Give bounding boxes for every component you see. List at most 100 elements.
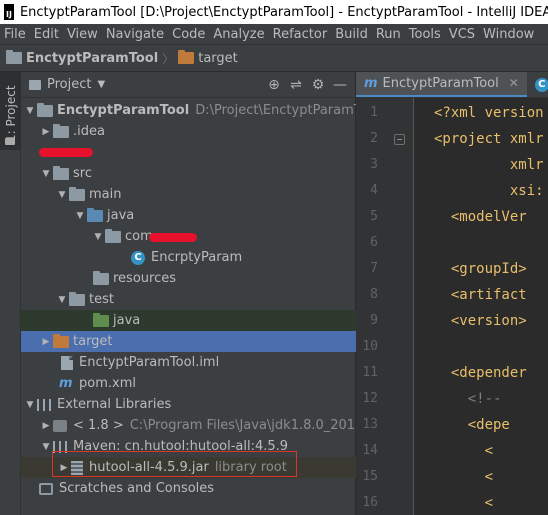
editor-gutter: 1 2 3 4 5 6 7 8 9 10 11 12 13 14 15 16 (356, 98, 431, 515)
tree-row-target[interactable]: ▶ target (21, 331, 356, 352)
test-source-folder-icon (93, 312, 109, 327)
fold-marker-icon[interactable] (394, 134, 405, 145)
annotation-highlight-box (52, 451, 297, 477)
code-line: < (434, 443, 494, 459)
code-line: <groupId> (434, 261, 527, 277)
tree-row-iml[interactable]: EnctyptParamTool.iml (21, 352, 356, 373)
menu-edit[interactable]: Edit (30, 27, 63, 42)
code-line: <artifact (434, 287, 527, 303)
line-number: 3 (370, 157, 378, 172)
jdk-icon (53, 419, 67, 432)
window-title-bar: IJ EnctyptParamTool [D:\Project\EnctyptP… (0, 0, 548, 24)
code-line: <project xmlr (434, 131, 544, 147)
code-line: <version> (434, 313, 527, 329)
folder-icon (178, 50, 195, 64)
close-icon[interactable]: ✕ (509, 76, 519, 90)
redaction-mark (39, 148, 93, 157)
locate-icon[interactable]: ⊕ (263, 77, 285, 93)
line-number: 15 (362, 469, 378, 484)
breadcrumb-project[interactable]: EnctyptParamTool (6, 50, 158, 66)
tree-row-test-java[interactable]: java (21, 310, 356, 331)
project-tool-tab[interactable]: 1: Project (0, 72, 21, 150)
expand-arrow-icon[interactable]: ▼ (39, 442, 53, 452)
project-panel-header: Project ▼ ⊕ ⇌ ⚙ — (21, 72, 355, 98)
expand-arrow-icon[interactable]: ▼ (23, 400, 37, 410)
breadcrumb-separator-icon: 〉 (162, 51, 175, 66)
folder-icon (69, 186, 85, 201)
tree-row-class[interactable]: C EncrptyParam (21, 247, 356, 268)
collapse-arrow-icon[interactable]: ▶ (39, 421, 53, 431)
tab-second[interactable]: C En (527, 72, 548, 97)
tree-row-resources[interactable]: resources (21, 268, 356, 289)
maven-icon: m (364, 75, 378, 91)
line-number: 9 (370, 313, 378, 328)
tree-row-jdk[interactable]: ▶ < 1.8 > C:\Program Files\Java\jdk1.8.0… (21, 415, 356, 436)
menu-refactor[interactable]: Refactor (269, 27, 332, 42)
expand-arrow-icon[interactable]: ▼ (73, 211, 87, 221)
folder-icon (37, 102, 53, 117)
tree-row-scratches[interactable]: Scratches and Consoles (21, 478, 356, 499)
menu-tools[interactable]: Tools (405, 27, 445, 42)
java-class-icon: C (534, 77, 548, 92)
code-editor[interactable]: <?xml version <project xmlr xmlr xsi: <m… (414, 98, 548, 515)
project-view-selector[interactable]: Project (47, 77, 91, 92)
java-class-icon: C (131, 250, 145, 265)
folder-icon (69, 291, 85, 306)
tree-row-external-libraries[interactable]: ▼ External Libraries (21, 394, 356, 415)
menu-code[interactable]: Code (168, 27, 209, 42)
menu-build[interactable]: Build (331, 27, 372, 42)
collapse-arrow-icon[interactable]: ▶ (39, 337, 53, 347)
source-folder-icon (87, 207, 103, 222)
code-line: <modelVer (434, 209, 527, 225)
menu-bar: File Edit View Navigate Code Analyze Ref… (0, 24, 548, 44)
menu-window[interactable]: Window (479, 27, 538, 42)
tree-row-com[interactable]: ▼ com (21, 226, 356, 247)
menu-vcs[interactable]: VCS (445, 27, 479, 42)
line-number: 13 (362, 417, 378, 432)
menu-navigate[interactable]: Navigate (102, 27, 168, 42)
tree-row-root[interactable]: ▼ EnctyptParamTool D:\Project\EnctyptPar… (21, 100, 379, 121)
chevron-down-icon[interactable]: ▼ (97, 79, 105, 90)
hide-icon[interactable]: — (329, 77, 351, 93)
gear-icon[interactable]: ⚙ (307, 77, 329, 93)
line-number: 6 (370, 235, 378, 250)
code-line: xmlr (434, 157, 544, 173)
tab-pom-xml[interactable]: m EnctyptParamTool ✕ (356, 72, 527, 97)
collapse-all-icon[interactable]: ⇌ (285, 77, 307, 93)
maven-icon: m (59, 376, 73, 391)
code-line: <depender (434, 365, 527, 381)
resources-folder-icon (93, 270, 109, 285)
tree-row-java[interactable]: ▼ java (21, 205, 356, 226)
project-panel: Project ▼ ⊕ ⇌ ⚙ — ▼ EnctyptParamTool D:\… (21, 72, 379, 515)
intellij-logo-icon: IJ (4, 4, 14, 20)
expand-arrow-icon[interactable]: ▼ (23, 106, 37, 116)
library-icon (37, 398, 51, 411)
expand-arrow-icon[interactable]: ▼ (55, 190, 69, 200)
breadcrumb: EnctyptParamTool 〉 target (0, 44, 548, 72)
folder-icon (53, 165, 69, 180)
line-number: 2 (370, 131, 378, 146)
redaction-mark (149, 233, 197, 242)
collapse-arrow-icon[interactable]: ▶ (39, 127, 53, 137)
expand-arrow-icon[interactable]: ▼ (91, 232, 105, 242)
menu-file[interactable]: File (0, 27, 30, 42)
menu-analyze[interactable]: Analyze (209, 27, 268, 42)
code-line: <?xml version (434, 105, 544, 121)
tree-row-test[interactable]: ▼ test (21, 289, 356, 310)
expand-arrow-icon[interactable]: ▼ (55, 295, 69, 305)
folder-icon (53, 123, 69, 138)
expand-arrow-icon[interactable]: ▼ (39, 169, 53, 179)
module-file-icon (61, 355, 73, 370)
tree-row-pom[interactable]: m pom.xml (21, 373, 356, 394)
tree-row-main[interactable]: ▼ main (21, 184, 356, 205)
menu-view[interactable]: View (63, 27, 102, 42)
menu-run[interactable]: Run (372, 27, 405, 42)
editor-tab-bar: m EnctyptParamTool ✕ C En (356, 72, 548, 98)
tree-row-idea[interactable]: ▶ .idea (21, 121, 356, 142)
line-number: 4 (370, 183, 378, 198)
tree-row-redacted[interactable] (21, 142, 356, 163)
tree-row-src[interactable]: ▼ src (21, 163, 356, 184)
folder-icon (5, 138, 15, 145)
breadcrumb-target[interactable]: target (178, 50, 238, 66)
project-icon (29, 79, 41, 90)
